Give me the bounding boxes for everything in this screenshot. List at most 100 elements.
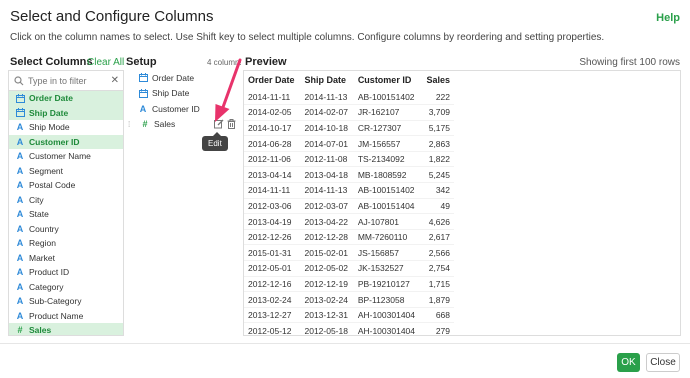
table-cell: 2012-05-18 xyxy=(300,322,354,335)
preview-column-header: Order Date xyxy=(248,75,295,85)
table-cell: 2015-01-31 xyxy=(244,244,301,262)
table-row: 2012-05-01 2012-05-02 JK-1532527 2,754 xyxy=(244,260,454,277)
ok-button[interactable]: OK xyxy=(617,353,640,372)
table-row: 2012-05-12 2012-05-18 AH-100301404 279 xyxy=(244,322,454,335)
preview-body: 2014-11-11 2014-11-13 AB-100151402 222 2014-… xyxy=(244,89,454,335)
column-item[interactable]: A Region xyxy=(9,236,123,251)
table-cell: 2013-04-18 xyxy=(300,166,354,184)
drag-handle-icon[interactable]: ⁞ xyxy=(128,120,136,129)
dialog-subtitle: Click on the column names to select. Use… xyxy=(10,32,605,43)
table-cell: MM-7260110 xyxy=(353,229,422,246)
preview-header-row: Order Date Ship Date Customer ID Sales xyxy=(244,71,454,89)
table-cell: 2,617 xyxy=(421,229,454,246)
edit-icon[interactable] xyxy=(214,119,224,129)
column-item[interactable]: A City xyxy=(9,193,123,208)
text-type-icon: A xyxy=(16,180,24,191)
column-item-label: Customer ID xyxy=(29,136,80,147)
table-cell: JR-162107 xyxy=(353,104,422,121)
table-cell: 2013-12-27 xyxy=(244,307,301,324)
select-columns-header: Select Columns xyxy=(10,56,93,68)
table-cell: 5,175 xyxy=(421,120,454,137)
calendar-icon xyxy=(13,108,27,118)
column-item-label: Country xyxy=(29,223,59,234)
table-cell: 4,626 xyxy=(421,213,454,230)
filter-input[interactable] xyxy=(28,75,111,86)
table-cell: 2015-02-01 xyxy=(300,244,354,262)
table-cell: 342 xyxy=(421,182,454,199)
table-cell: 2013-12-31 xyxy=(300,307,354,324)
trash-icon[interactable] xyxy=(227,119,236,130)
preview-column-header: Ship Date xyxy=(304,75,346,85)
column-item[interactable]: A State xyxy=(9,207,123,222)
column-item[interactable]: Order Date xyxy=(9,91,123,106)
calendar-icon xyxy=(136,73,150,83)
column-item-label: Product Name xyxy=(29,310,84,321)
table-cell: JS-156857 xyxy=(353,244,422,262)
text-type-icon: A xyxy=(16,165,24,176)
setup-item[interactable]: A Customer ID xyxy=(126,101,240,117)
preview-header: Preview xyxy=(245,56,287,68)
column-item[interactable]: # Sales xyxy=(9,323,123,335)
table-cell: 2014-11-13 xyxy=(300,89,354,106)
column-item[interactable]: A Postal Code xyxy=(9,178,123,193)
table-cell: 2012-12-26 xyxy=(244,229,301,246)
table-cell: 2,754 xyxy=(421,260,454,277)
table-cell: 2013-02-24 xyxy=(244,291,301,308)
table-row: 2013-12-27 2013-12-31 AH-100301404 668 xyxy=(244,307,454,324)
column-item[interactable]: A Ship Mode xyxy=(9,120,123,135)
table-cell: TS-2134092 xyxy=(353,151,422,168)
table-cell: AH-100301404 xyxy=(353,322,422,335)
preview-column-header: Sales xyxy=(426,75,450,85)
table-row: 2014-02-05 2014-02-07 JR-162107 3,709 xyxy=(244,104,454,121)
preview-row-note: Showing first 100 rows xyxy=(579,57,680,68)
table-cell: 2014-06-28 xyxy=(244,135,301,152)
table-cell: 279 xyxy=(421,322,454,335)
text-type-icon: A xyxy=(16,281,24,292)
text-type-icon: A xyxy=(16,122,24,133)
column-item[interactable]: A Category xyxy=(9,280,123,295)
setup-item[interactable]: ⁞ # Sales xyxy=(126,117,240,133)
column-item[interactable]: Ship Date xyxy=(9,105,123,120)
column-item-label: State xyxy=(29,209,49,220)
column-item[interactable]: A Market xyxy=(9,251,123,266)
table-cell: 2012-11-08 xyxy=(300,151,354,168)
table-cell: 2013-02-24 xyxy=(300,291,354,308)
text-type-icon: A xyxy=(16,252,24,263)
table-cell: 3,709 xyxy=(421,104,454,121)
column-item[interactable]: A Customer ID xyxy=(9,134,123,149)
setup-item[interactable]: Ship Date xyxy=(126,86,240,102)
column-item-label: City xyxy=(29,194,44,205)
clear-all-link[interactable]: Clear All xyxy=(87,57,124,68)
column-item-label: Market xyxy=(29,252,55,263)
column-item-label: Order Date xyxy=(29,93,73,104)
text-type-icon: A xyxy=(16,310,24,321)
column-item[interactable]: A Customer Name xyxy=(9,149,123,164)
column-item-label: Customer Name xyxy=(29,151,91,162)
column-item[interactable]: A Country xyxy=(9,222,123,237)
setup-item[interactable]: Order Date xyxy=(126,70,240,86)
table-cell: AJ-107801 xyxy=(353,213,422,230)
table-cell: 2012-03-06 xyxy=(244,198,301,215)
table-row: 2012-11-06 2012-11-08 TS-2134092 1,822 xyxy=(244,151,454,168)
column-item[interactable]: A Product ID xyxy=(9,265,123,280)
footer-divider xyxy=(0,343,690,344)
help-link[interactable]: Help xyxy=(656,12,680,24)
column-item[interactable]: A Product Name xyxy=(9,309,123,324)
table-cell: 1,822 xyxy=(421,151,454,168)
table-cell: AB-100151402 xyxy=(353,89,422,106)
table-cell: 668 xyxy=(421,307,454,324)
table-cell: 1,879 xyxy=(421,291,454,308)
table-cell: 2013-04-19 xyxy=(244,213,301,230)
clear-filter-icon[interactable]: ✕ xyxy=(111,75,119,86)
column-item[interactable]: A Sub-Category xyxy=(9,294,123,309)
close-button[interactable]: Close xyxy=(646,353,680,372)
column-item-label: Category xyxy=(29,281,64,292)
text-type-icon: A xyxy=(16,136,24,147)
table-cell: 2012-05-12 xyxy=(244,322,301,335)
table-cell: 5,245 xyxy=(421,166,454,184)
table-row: 2015-01-31 2015-02-01 JS-156857 2,566 xyxy=(244,244,454,262)
column-item-label: Ship Date xyxy=(29,107,69,118)
table-cell: 2014-11-11 xyxy=(244,182,301,199)
setup-item-label: Order Date xyxy=(152,72,195,83)
column-item[interactable]: A Segment xyxy=(9,164,123,179)
